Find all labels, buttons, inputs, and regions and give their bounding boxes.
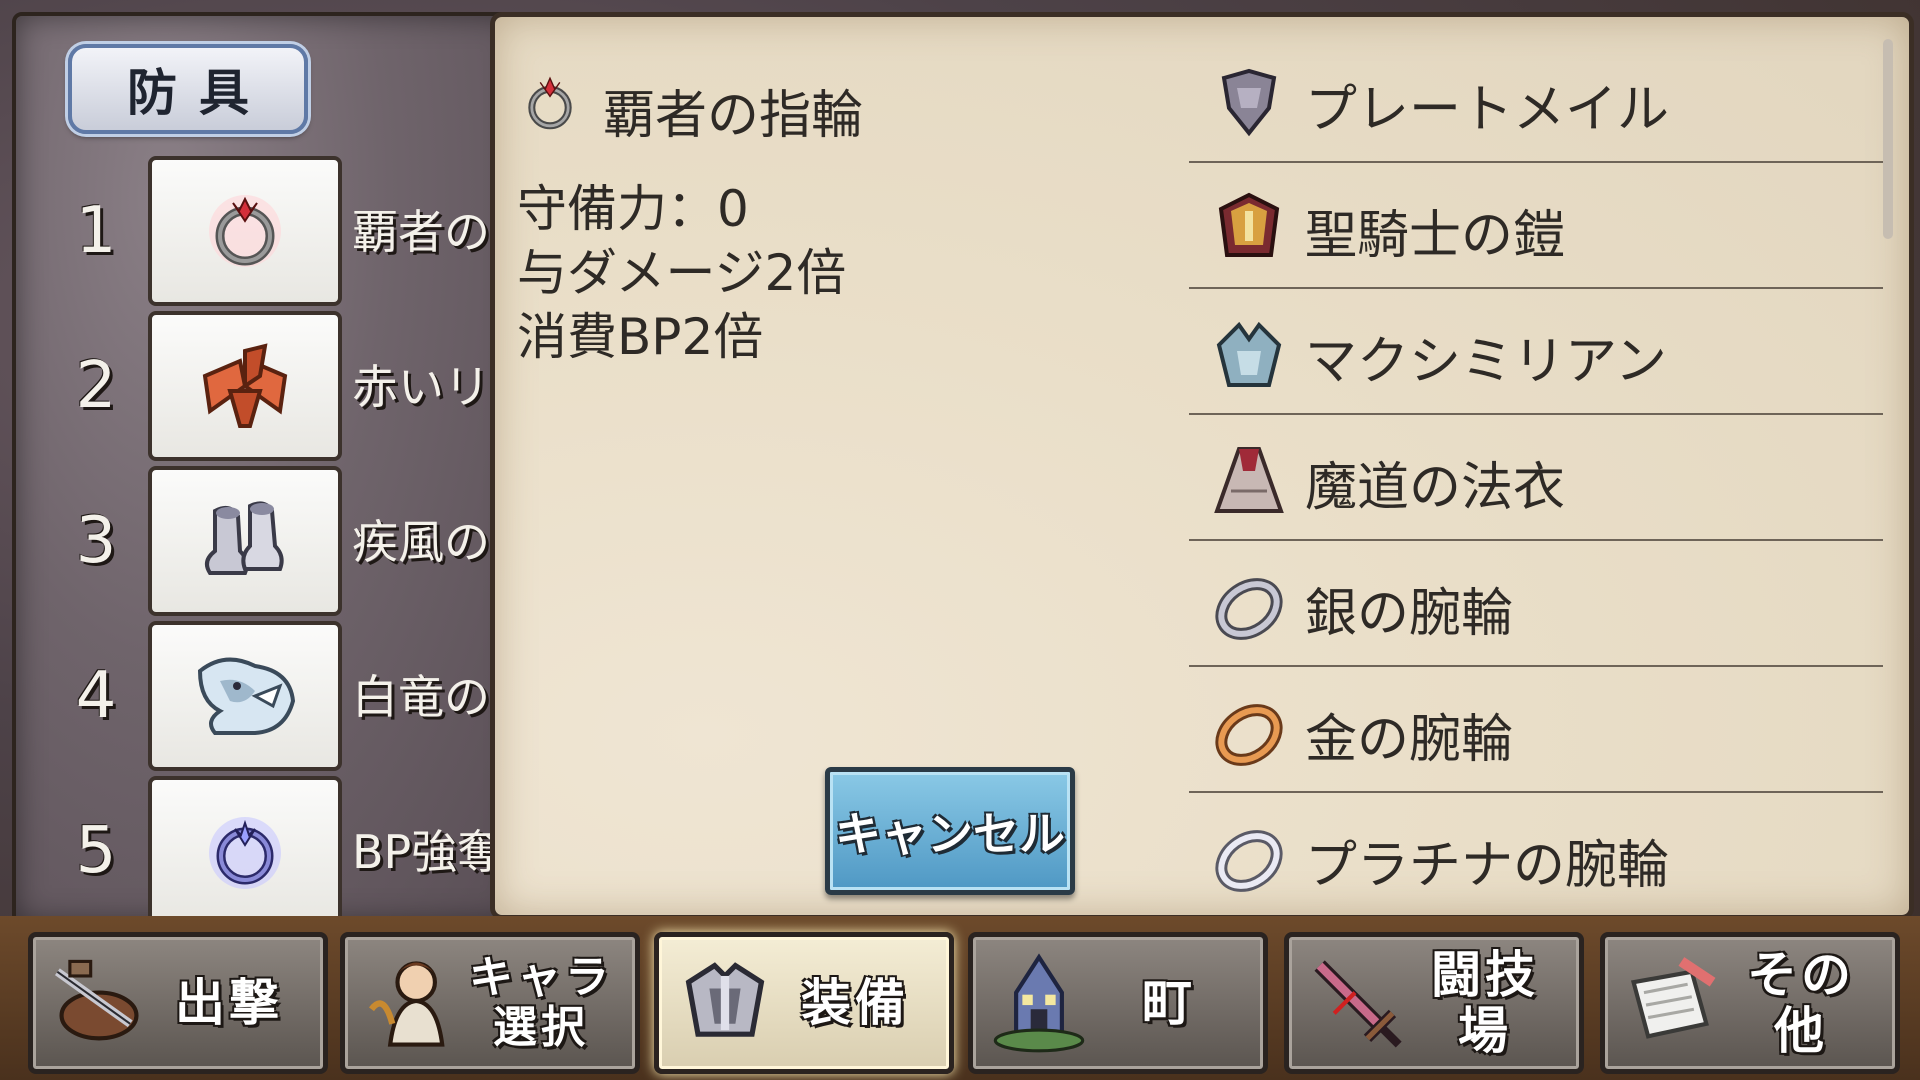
nav-sortie-button[interactable]: 出撃 (28, 932, 328, 1074)
ring-icon (209, 195, 281, 267)
plate-armor-icon (1221, 68, 1277, 137)
stat-bp-cost: 消費BP2倍 (517, 308, 764, 366)
slot-label: BP強奪 (352, 825, 502, 879)
slot-icon-box[interactable] (148, 621, 342, 771)
robe-icon (1214, 447, 1284, 513)
armor-list-item[interactable]: 金の腕輪 (1189, 665, 1883, 793)
armor-item-label: プラチナの腕輪 (1305, 836, 1670, 896)
armor-icon (685, 962, 765, 1037)
armor-list-item[interactable]: プレートメイル (1189, 35, 1883, 163)
nav-character-label-line2: 選択 (493, 1002, 589, 1053)
holy-armor-icon (1218, 192, 1280, 257)
nav-arena-label: 闘技場 (1431, 946, 1539, 1060)
slot-icon-box[interactable] (148, 466, 342, 616)
stat-damage: 与ダメージ2倍 (517, 244, 847, 302)
slot-number: 5 (75, 814, 117, 888)
slot-number: 2 (75, 349, 117, 423)
equip-slot-3[interactable]: 3 疾風の (16, 466, 516, 616)
sword-icon (1314, 960, 1402, 1048)
armor-list-scrollbar[interactable] (1883, 39, 1893, 239)
nav-town-label: 町 (1142, 974, 1196, 1032)
ring-icon (528, 76, 572, 130)
slot-label: 疾風の (352, 515, 490, 569)
slot-icon-box[interactable] (148, 156, 342, 306)
armor-list[interactable]: プレートメイル 聖騎士の鎧 マクシミリアン 魔道の法衣 銀の腕輪 金の腕輪 プラ… (1189, 17, 1883, 907)
armor-list-item[interactable]: マクシミリアン (1189, 287, 1883, 415)
nav-town-button[interactable]: 町 (968, 932, 1268, 1074)
nav-equip-label: 装備 (801, 974, 909, 1032)
nav-character-label-line1: キャラ (469, 952, 613, 1003)
nav-character-button[interactable]: キャラ 選択 (340, 932, 640, 1074)
silver-bracelet-icon (1215, 578, 1283, 640)
scroll-icon (1630, 957, 1716, 1039)
blue-ring-icon (209, 817, 281, 889)
equip-slot-1[interactable]: 1 覇者の (16, 156, 516, 306)
slot-number: 4 (75, 659, 117, 733)
slot-number: 3 (75, 504, 117, 578)
nav-arena-button[interactable]: 闘技場 (1284, 932, 1584, 1074)
slot-number: 1 (75, 194, 117, 268)
category-tag: 防具 (68, 44, 308, 134)
equipment-detail-panel: 覇者の指輪 守備力：0 与ダメージ2倍 消費BP2倍 キャンセル プレートメイル… (490, 12, 1914, 920)
slot-label: 白竜の (352, 670, 490, 724)
red-ribbon-icon (202, 343, 288, 428)
cancel-button[interactable]: キャンセル (825, 767, 1075, 895)
boots-icon (204, 501, 284, 575)
armor-item-label: プレートメイル (1305, 80, 1670, 140)
armor-list-item[interactable]: プラチナの腕輪 (1189, 791, 1883, 907)
slot-label: 覇者の (352, 205, 490, 259)
nav-other-button[interactable]: その他 (1600, 932, 1900, 1074)
armor-item-label: 金の腕輪 (1305, 710, 1514, 770)
armor-item-label: マクシミリアン (1305, 332, 1667, 392)
selected-item-name: 覇者の指輪 (603, 86, 864, 146)
armor-list-item[interactable]: 魔道の法衣 (1189, 413, 1883, 541)
slot-icon-box[interactable] (148, 311, 342, 461)
nav-sortie-label: 出撃 (175, 974, 283, 1032)
equip-slot-4[interactable]: 4 白竜の (16, 621, 516, 771)
category-label: 防具 (127, 64, 271, 122)
platinum-bracelet-icon (1215, 830, 1283, 892)
nav-other-label: その他 (1747, 946, 1855, 1060)
white-dragon-icon (197, 657, 296, 735)
cancel-button-label: キャンセル (835, 807, 1065, 861)
character-icon (368, 961, 445, 1047)
nav-equip-button[interactable]: 装備 (654, 932, 954, 1074)
armor-item-label: 銀の腕輪 (1305, 584, 1514, 644)
armor-item-label: 聖騎士の鎧 (1305, 206, 1566, 266)
armor-list-item[interactable]: 銀の腕輪 (1189, 539, 1883, 667)
equip-slot-5[interactable]: 5 BP強奪 (16, 776, 516, 926)
slot-label: 赤いリ (352, 360, 490, 414)
armor-list-item[interactable]: 聖騎士の鎧 (1189, 161, 1883, 289)
sortie-icon (54, 959, 139, 1041)
nav-character-label: キャラ 選択 (461, 937, 621, 1069)
maximilian-armor-icon (1216, 321, 1282, 387)
equipped-slots-panel: 防具 1 覇者の 2 赤いリ 3 疾風の 4 白竜の 5 BP強奪 (12, 12, 520, 926)
stat-defense: 守備力：0 (517, 180, 749, 238)
equip-slot-2[interactable]: 2 赤いリ (16, 311, 516, 461)
slot-icon-box[interactable] (148, 776, 342, 926)
town-icon (993, 953, 1085, 1053)
armor-item-label: 魔道の法衣 (1305, 458, 1566, 518)
gold-bracelet-icon (1215, 704, 1283, 766)
